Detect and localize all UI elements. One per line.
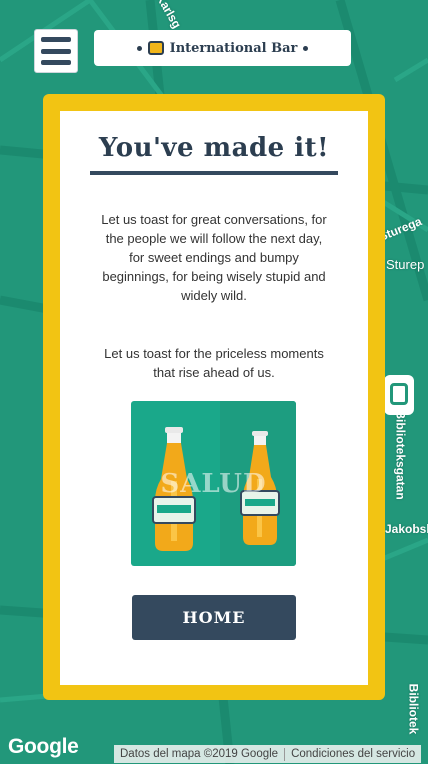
menu-line xyxy=(41,60,71,65)
toast-paragraph-1: Let us toast for great conversations, fo… xyxy=(101,212,327,303)
beer-bottles-image: SALUD xyxy=(131,401,296,566)
dot-icon xyxy=(303,45,309,51)
home-button[interactable]: HOME xyxy=(132,595,296,640)
street-label-jakobsb: Jakobsb xyxy=(385,522,428,536)
hamburger-menu-button[interactable] xyxy=(34,29,78,73)
street-label-biblioteksgatan: Biblioteksgatan xyxy=(393,410,408,500)
beer-mug-icon xyxy=(147,41,164,55)
street-label-sturep: Sturep xyxy=(386,257,425,272)
bar-title-banner: International Bar xyxy=(94,30,351,66)
transit-station-icon xyxy=(384,375,414,415)
toast-paragraph-2: Let us toast for the priceless moments t… xyxy=(104,346,324,380)
bar-title: International Bar xyxy=(169,40,298,56)
headline-divider xyxy=(90,171,338,175)
map-attribution-bar: Datos del mapa ©2019 Google Condiciones … xyxy=(114,745,422,763)
terms-of-service-link[interactable]: Condiciones del servicio xyxy=(285,748,421,760)
success-card: You've made it! Let us toast for great c… xyxy=(60,111,368,685)
card-headline: You've made it! xyxy=(98,133,330,163)
dot-icon xyxy=(136,45,142,51)
map-data-attribution[interactable]: Datos del mapa ©2019 Google xyxy=(114,748,284,760)
google-logo: Google xyxy=(8,735,79,758)
street-label-bibliotek: Bibliotek xyxy=(406,683,421,735)
menu-line xyxy=(41,48,71,54)
menu-line xyxy=(41,37,71,42)
image-caption: SALUD xyxy=(160,469,267,499)
